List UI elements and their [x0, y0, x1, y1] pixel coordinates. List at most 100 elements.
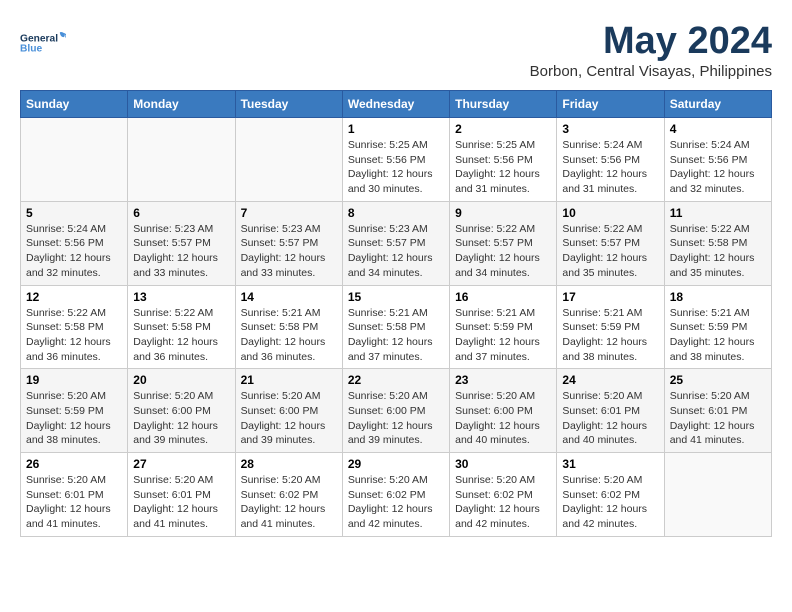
calendar-day-cell: 2 Sunrise: 5:25 AMSunset: 5:56 PMDayligh…	[450, 118, 557, 202]
calendar-day-cell: 14 Sunrise: 5:21 AMSunset: 5:58 PMDaylig…	[235, 285, 342, 369]
calendar-week-row: 5 Sunrise: 5:24 AMSunset: 5:56 PMDayligh…	[21, 201, 772, 285]
location-subtitle: Borbon, Central Visayas, Philippines	[530, 63, 772, 80]
calendar-day-cell: 5 Sunrise: 5:24 AMSunset: 5:56 PMDayligh…	[21, 201, 128, 285]
day-number: 8	[348, 206, 444, 220]
day-info: Sunrise: 5:20 AMSunset: 6:01 PMDaylight:…	[670, 389, 766, 448]
calendar-day-cell: 31 Sunrise: 5:20 AMSunset: 6:02 PMDaylig…	[557, 453, 664, 537]
calendar-day-cell: 24 Sunrise: 5:20 AMSunset: 6:01 PMDaylig…	[557, 369, 664, 453]
calendar-body: 1 Sunrise: 5:25 AMSunset: 5:56 PMDayligh…	[21, 118, 772, 537]
weekday-header-sunday: Sunday	[21, 91, 128, 118]
logo-svg: General Blue	[20, 20, 66, 66]
day-number: 30	[455, 457, 551, 471]
day-info: Sunrise: 5:23 AMSunset: 5:57 PMDaylight:…	[241, 222, 337, 281]
calendar-day-cell: 12 Sunrise: 5:22 AMSunset: 5:58 PMDaylig…	[21, 285, 128, 369]
calendar-day-cell: 27 Sunrise: 5:20 AMSunset: 6:01 PMDaylig…	[128, 453, 235, 537]
day-number: 24	[562, 373, 658, 387]
day-number: 16	[455, 290, 551, 304]
day-number: 13	[133, 290, 229, 304]
calendar-day-cell: 1 Sunrise: 5:25 AMSunset: 5:56 PMDayligh…	[342, 118, 449, 202]
calendar-day-cell: 26 Sunrise: 5:20 AMSunset: 6:01 PMDaylig…	[21, 453, 128, 537]
day-number: 28	[241, 457, 337, 471]
day-info: Sunrise: 5:25 AMSunset: 5:56 PMDaylight:…	[348, 138, 444, 197]
day-info: Sunrise: 5:20 AMSunset: 6:02 PMDaylight:…	[241, 473, 337, 532]
day-info: Sunrise: 5:21 AMSunset: 5:59 PMDaylight:…	[455, 306, 551, 365]
calendar-day-cell: 25 Sunrise: 5:20 AMSunset: 6:01 PMDaylig…	[664, 369, 771, 453]
day-info: Sunrise: 5:20 AMSunset: 6:01 PMDaylight:…	[133, 473, 229, 532]
day-number: 18	[670, 290, 766, 304]
day-info: Sunrise: 5:24 AMSunset: 5:56 PMDaylight:…	[562, 138, 658, 197]
day-info: Sunrise: 5:22 AMSunset: 5:58 PMDaylight:…	[670, 222, 766, 281]
day-info: Sunrise: 5:20 AMSunset: 6:00 PMDaylight:…	[133, 389, 229, 448]
calendar-day-cell: 13 Sunrise: 5:22 AMSunset: 5:58 PMDaylig…	[128, 285, 235, 369]
calendar-day-cell: 30 Sunrise: 5:20 AMSunset: 6:02 PMDaylig…	[450, 453, 557, 537]
day-number: 31	[562, 457, 658, 471]
day-info: Sunrise: 5:21 AMSunset: 5:58 PMDaylight:…	[348, 306, 444, 365]
day-info: Sunrise: 5:20 AMSunset: 5:59 PMDaylight:…	[26, 389, 122, 448]
calendar-week-row: 19 Sunrise: 5:20 AMSunset: 5:59 PMDaylig…	[21, 369, 772, 453]
day-number: 27	[133, 457, 229, 471]
calendar-day-cell: 3 Sunrise: 5:24 AMSunset: 5:56 PMDayligh…	[557, 118, 664, 202]
calendar-header-row: SundayMondayTuesdayWednesdayThursdayFrid…	[21, 91, 772, 118]
calendar-day-cell	[664, 453, 771, 537]
day-number: 7	[241, 206, 337, 220]
calendar-day-cell: 21 Sunrise: 5:20 AMSunset: 6:00 PMDaylig…	[235, 369, 342, 453]
calendar-day-cell	[21, 118, 128, 202]
svg-text:General: General	[20, 33, 58, 44]
weekday-header-saturday: Saturday	[664, 91, 771, 118]
day-number: 15	[348, 290, 444, 304]
day-info: Sunrise: 5:22 AMSunset: 5:58 PMDaylight:…	[26, 306, 122, 365]
month-year-title: May 2024	[530, 20, 772, 63]
calendar-day-cell: 17 Sunrise: 5:21 AMSunset: 5:59 PMDaylig…	[557, 285, 664, 369]
weekday-header-wednesday: Wednesday	[342, 91, 449, 118]
calendar-day-cell: 4 Sunrise: 5:24 AMSunset: 5:56 PMDayligh…	[664, 118, 771, 202]
calendar-day-cell: 22 Sunrise: 5:20 AMSunset: 6:00 PMDaylig…	[342, 369, 449, 453]
weekday-header-monday: Monday	[128, 91, 235, 118]
day-number: 5	[26, 206, 122, 220]
day-number: 26	[26, 457, 122, 471]
day-info: Sunrise: 5:22 AMSunset: 5:57 PMDaylight:…	[455, 222, 551, 281]
day-number: 14	[241, 290, 337, 304]
day-info: Sunrise: 5:23 AMSunset: 5:57 PMDaylight:…	[133, 222, 229, 281]
day-info: Sunrise: 5:20 AMSunset: 6:01 PMDaylight:…	[562, 389, 658, 448]
day-info: Sunrise: 5:22 AMSunset: 5:58 PMDaylight:…	[133, 306, 229, 365]
day-info: Sunrise: 5:21 AMSunset: 5:58 PMDaylight:…	[241, 306, 337, 365]
day-number: 11	[670, 206, 766, 220]
day-info: Sunrise: 5:20 AMSunset: 6:00 PMDaylight:…	[455, 389, 551, 448]
calendar-day-cell: 9 Sunrise: 5:22 AMSunset: 5:57 PMDayligh…	[450, 201, 557, 285]
day-info: Sunrise: 5:24 AMSunset: 5:56 PMDaylight:…	[670, 138, 766, 197]
day-info: Sunrise: 5:25 AMSunset: 5:56 PMDaylight:…	[455, 138, 551, 197]
calendar-day-cell: 6 Sunrise: 5:23 AMSunset: 5:57 PMDayligh…	[128, 201, 235, 285]
calendar-day-cell: 19 Sunrise: 5:20 AMSunset: 5:59 PMDaylig…	[21, 369, 128, 453]
title-section: May 2024 Borbon, Central Visayas, Philip…	[530, 20, 772, 80]
day-info: Sunrise: 5:20 AMSunset: 6:02 PMDaylight:…	[455, 473, 551, 532]
weekday-header-thursday: Thursday	[450, 91, 557, 118]
day-number: 22	[348, 373, 444, 387]
calendar-day-cell: 23 Sunrise: 5:20 AMSunset: 6:00 PMDaylig…	[450, 369, 557, 453]
calendar-day-cell: 11 Sunrise: 5:22 AMSunset: 5:58 PMDaylig…	[664, 201, 771, 285]
day-info: Sunrise: 5:23 AMSunset: 5:57 PMDaylight:…	[348, 222, 444, 281]
calendar-day-cell: 10 Sunrise: 5:22 AMSunset: 5:57 PMDaylig…	[557, 201, 664, 285]
calendar-day-cell: 16 Sunrise: 5:21 AMSunset: 5:59 PMDaylig…	[450, 285, 557, 369]
calendar-day-cell: 8 Sunrise: 5:23 AMSunset: 5:57 PMDayligh…	[342, 201, 449, 285]
day-info: Sunrise: 5:24 AMSunset: 5:56 PMDaylight:…	[26, 222, 122, 281]
calendar-day-cell: 7 Sunrise: 5:23 AMSunset: 5:57 PMDayligh…	[235, 201, 342, 285]
day-number: 10	[562, 206, 658, 220]
day-info: Sunrise: 5:20 AMSunset: 6:00 PMDaylight:…	[348, 389, 444, 448]
day-number: 3	[562, 122, 658, 136]
day-number: 25	[670, 373, 766, 387]
day-number: 17	[562, 290, 658, 304]
calendar-day-cell: 15 Sunrise: 5:21 AMSunset: 5:58 PMDaylig…	[342, 285, 449, 369]
day-info: Sunrise: 5:20 AMSunset: 6:02 PMDaylight:…	[348, 473, 444, 532]
day-number: 1	[348, 122, 444, 136]
day-number: 19	[26, 373, 122, 387]
calendar-day-cell: 29 Sunrise: 5:20 AMSunset: 6:02 PMDaylig…	[342, 453, 449, 537]
day-info: Sunrise: 5:21 AMSunset: 5:59 PMDaylight:…	[670, 306, 766, 365]
calendar-week-row: 12 Sunrise: 5:22 AMSunset: 5:58 PMDaylig…	[21, 285, 772, 369]
calendar-day-cell	[128, 118, 235, 202]
day-info: Sunrise: 5:20 AMSunset: 6:02 PMDaylight:…	[562, 473, 658, 532]
day-number: 29	[348, 457, 444, 471]
day-number: 4	[670, 122, 766, 136]
calendar-day-cell: 28 Sunrise: 5:20 AMSunset: 6:02 PMDaylig…	[235, 453, 342, 537]
page-header: General Blue May 2024 Borbon, Central Vi…	[20, 20, 772, 80]
day-number: 6	[133, 206, 229, 220]
